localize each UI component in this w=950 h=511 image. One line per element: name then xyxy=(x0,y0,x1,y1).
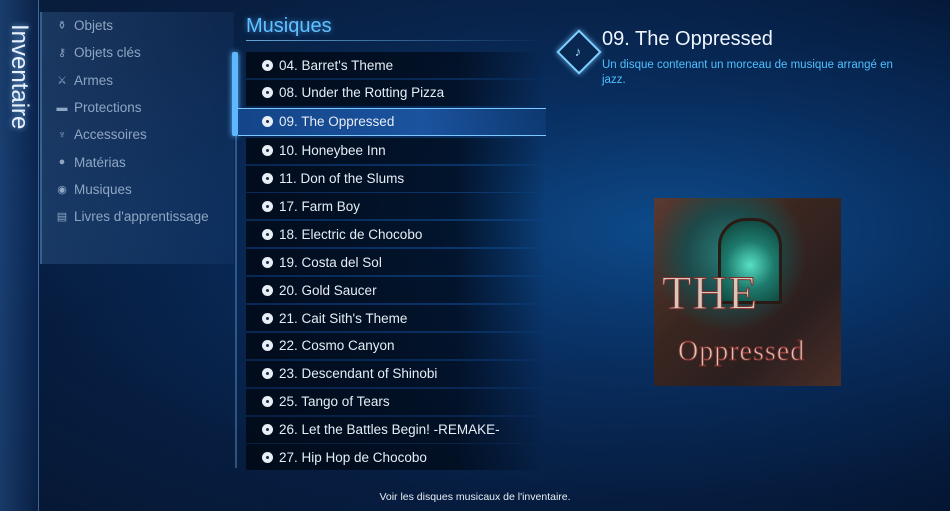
disc-icon xyxy=(262,145,273,157)
category-protections[interactable]: ▬ Protections xyxy=(42,94,234,121)
category-armes[interactable]: ⚔ Armes xyxy=(42,67,234,94)
help-text: Voir les disques musicaux de l'inventair… xyxy=(379,491,571,503)
category-livres[interactable]: ▤ Livres d'apprentissage xyxy=(42,203,234,230)
category-label: Objets xyxy=(74,18,114,34)
track-label: 17. Farm Boy xyxy=(279,198,361,214)
track-label: 18. Electric de Chocobo xyxy=(279,226,423,242)
disc-icon xyxy=(262,340,273,352)
track-row[interactable]: 17. Farm Boy xyxy=(246,193,546,220)
track-label: 19. Costa del Sol xyxy=(279,254,382,270)
track-row[interactable]: 08. Under the Rotting Pizza xyxy=(246,79,546,106)
category-accessoires[interactable]: ♆ Accessoires xyxy=(42,121,234,148)
disc-icon xyxy=(262,116,273,128)
track-label: 11. Don of the Slums xyxy=(279,171,405,187)
armor-icon: ▬ xyxy=(56,101,68,114)
track-label: 10. Honeybee Inn xyxy=(279,143,386,159)
materia-icon: ● xyxy=(58,156,66,169)
track-row-selected[interactable]: 09. The Oppressed xyxy=(238,107,546,136)
track-row[interactable]: 04. Barret's Theme xyxy=(246,52,546,78)
track-row[interactable]: 20. Gold Saucer xyxy=(246,277,546,304)
disc-icon xyxy=(262,173,273,185)
track-label: 23. Descendant of Shinobi xyxy=(279,366,438,382)
section-title: Musiques xyxy=(246,15,332,37)
track-row[interactable]: 26. Let the Battles Begin! -REMAKE- xyxy=(246,416,546,443)
category-label: Livres d'apprentissage xyxy=(74,209,209,225)
category-label: Objets clés xyxy=(74,45,141,61)
track-row[interactable]: 25. Tango of Tears xyxy=(246,388,546,415)
track-row[interactable]: 11. Don of the Slums xyxy=(246,165,546,192)
album-cover-art: THE Oppressed xyxy=(654,198,841,386)
art-title-oppressed: Oppressed xyxy=(677,336,806,368)
category-label: Protections xyxy=(74,100,142,116)
disc-icon xyxy=(262,451,273,463)
track-label: 27. Hip Hop de Chocobo xyxy=(279,449,427,465)
potion-icon: ⚱ xyxy=(57,20,67,33)
category-label: Musiques xyxy=(74,181,132,197)
category-label: Accessoires xyxy=(74,127,147,143)
category-menu: ⚱ Objets ⚷ Objets clés ⚔ Armes ▬ Protections… xyxy=(40,12,234,264)
disc-icon xyxy=(262,200,273,212)
track-label: 08. Under the Rotting Pizza xyxy=(279,85,445,101)
book-icon: ▤ xyxy=(56,211,68,224)
music-note-icon: ♪ xyxy=(574,43,582,59)
section-divider xyxy=(246,40,546,41)
category-objets[interactable]: ⚱ Objets xyxy=(42,12,234,39)
detail-title: 09. The Oppressed xyxy=(602,28,773,50)
disc-icon xyxy=(262,256,273,268)
track-row[interactable]: 10. Honeybee Inn xyxy=(246,137,546,164)
detail-description: Un disque contenant un morceau de musiqu… xyxy=(602,59,893,86)
art-title-the: THE xyxy=(661,267,759,321)
disc-icon xyxy=(262,312,273,324)
disc-icon xyxy=(262,87,273,99)
track-label: 20. Gold Saucer xyxy=(279,282,377,298)
track-row[interactable]: 23. Descendant of Shinobi xyxy=(246,360,546,387)
track-label: 09. The Oppressed xyxy=(279,114,395,130)
disc-icon xyxy=(262,284,273,296)
key-icon: ⚷ xyxy=(57,47,67,60)
inventory-title-text: Inventaire xyxy=(6,24,33,130)
track-row[interactable]: 21. Cait Sith's Theme xyxy=(246,305,546,332)
track-label: 22. Cosmo Canyon xyxy=(279,338,395,354)
track-label: 21. Cait Sith's Theme xyxy=(279,310,408,326)
category-label: Matérias xyxy=(74,154,126,170)
category-materias[interactable]: ● Matérias xyxy=(42,148,234,175)
category-label: Armes xyxy=(74,72,114,88)
sword-icon: ⚔ xyxy=(57,74,67,87)
disc-icon xyxy=(262,59,273,71)
track-label: 25. Tango of Tears xyxy=(279,394,390,410)
category-objets-cles[interactable]: ⚷ Objets clés xyxy=(42,39,234,66)
track-row[interactable]: 22. Cosmo Canyon xyxy=(246,332,546,359)
disc-icon xyxy=(262,368,273,380)
track-list: 04. Barret's Theme 08. Under the Rotting… xyxy=(238,52,546,472)
inventory-title: Inventaire xyxy=(0,12,38,142)
music-icon: ◉ xyxy=(57,183,67,196)
accessory-icon: ♆ xyxy=(57,128,67,141)
disc-icon xyxy=(262,424,273,436)
track-label: 04. Barret's Theme xyxy=(279,57,394,73)
disc-icon xyxy=(262,396,273,408)
track-row[interactable]: 27. Hip Hop de Chocobo xyxy=(246,444,546,471)
track-label: 26. Let the Battles Begin! -REMAKE- xyxy=(279,422,500,438)
category-musiques[interactable]: ◉ Musiques xyxy=(42,176,234,203)
track-row[interactable]: 18. Electric de Chocobo xyxy=(246,221,546,248)
track-row[interactable]: 19. Costa del Sol xyxy=(246,249,546,276)
disc-icon xyxy=(262,228,273,240)
